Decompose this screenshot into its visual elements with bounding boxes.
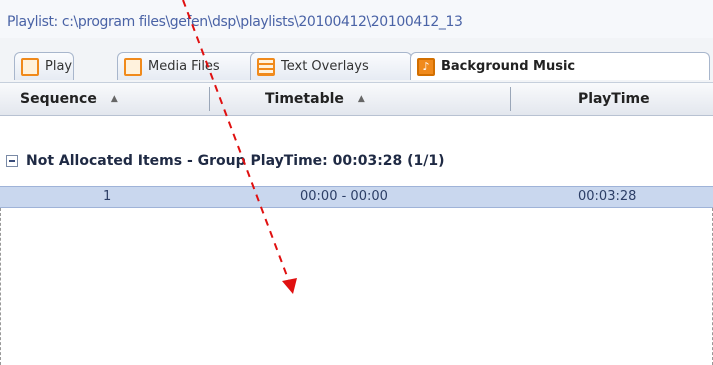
arrow-head-icon — [282, 278, 297, 294]
annotation-arrow-line — [182, 0, 291, 285]
annotation-arrow — [182, 0, 297, 294]
